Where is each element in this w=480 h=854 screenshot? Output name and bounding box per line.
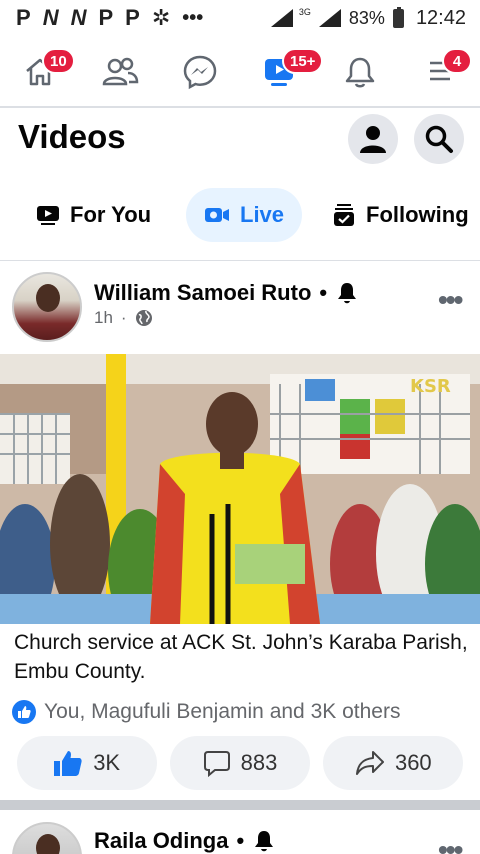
post-caption: Church service at ACK St. John’s Karaba … (14, 631, 468, 683)
search-button[interactable] (414, 114, 464, 164)
following-icon (334, 204, 354, 226)
top-nav: 10 15+ 4 (0, 40, 480, 104)
post-options-button[interactable]: ••• (438, 834, 463, 854)
like-count: 3K (93, 750, 121, 775)
home-badge: 10 (42, 48, 75, 74)
share-icon (355, 751, 384, 775)
more-notifications-icon: ••• (182, 6, 204, 29)
profile-icon (360, 126, 386, 153)
share-button[interactable]: 360 (323, 736, 464, 790)
tab-label: For You (70, 202, 152, 227)
reactions-summary[interactable]: You, Magufuli Benjamin and 3K others (12, 700, 400, 724)
post-author[interactable]: Raila Odinga • (94, 828, 276, 854)
signal-icon (270, 9, 293, 27)
tab-following[interactable]: Following (316, 188, 480, 242)
nav-messenger[interactable] (176, 48, 224, 96)
bell-icon (345, 57, 375, 88)
post-author[interactable]: William Samoei Ruto • (94, 280, 359, 306)
notification-icons: P N N P P ✲ ••• (16, 5, 203, 31)
comment-icon (203, 751, 230, 777)
tab-label: Following (366, 202, 469, 227)
menu-badge: 4 (442, 48, 472, 74)
nav-notifications[interactable] (336, 48, 384, 96)
app-notification-icon: P (16, 5, 31, 30)
app-notification-icon: P (125, 5, 140, 30)
globe-icon (135, 310, 152, 326)
status-bar: P N N P P ✲ ••• 3G 83% 12:42 (0, 0, 480, 36)
avatar[interactable] (12, 822, 82, 854)
post-actions: 3K 883 360 (0, 736, 480, 790)
tab-for-you[interactable]: For You (20, 188, 167, 242)
comment-button[interactable]: 883 (169, 736, 310, 790)
tabs-divider (0, 260, 480, 261)
signal-icon-2 (318, 9, 341, 27)
svg-text:KSR: KSR (410, 376, 451, 397)
page-title: Videos (18, 118, 126, 155)
video-badge: 15+ (282, 48, 324, 74)
clock: 12:42 (415, 6, 466, 29)
reactions-text: You, Magufuli Benjamin and 3K others (44, 700, 401, 723)
app-notification-icon: P (98, 5, 114, 30)
like-button[interactable]: 3K (16, 736, 157, 790)
profile-button[interactable] (348, 114, 398, 164)
friends-icon (102, 57, 139, 86)
comment-count: 883 (240, 750, 278, 775)
search-icon (425, 125, 453, 153)
author-name: William Samoei Ruto (94, 280, 312, 305)
nav-friends[interactable] (96, 48, 144, 96)
play-square-icon (37, 206, 59, 225)
nav-video[interactable]: 15+ (256, 48, 324, 96)
battery-percent: 83% (348, 7, 385, 28)
app-notification-icon: N (42, 5, 59, 30)
tab-live[interactable]: Live (186, 188, 302, 242)
bell-follow-icon[interactable] (252, 829, 276, 853)
dot-separator: • (319, 280, 328, 305)
post-time: 1h (94, 308, 113, 327)
video-player[interactable]: KSR (0, 354, 480, 624)
nav-divider (0, 106, 480, 108)
nav-home[interactable]: 10 (16, 48, 75, 96)
battery-icon (392, 6, 404, 28)
video-tabs: For You Live Following (0, 188, 480, 242)
post-options-button[interactable]: ••• (438, 284, 463, 316)
fan-icon: ✲ (151, 5, 171, 30)
live-camera-icon (205, 208, 229, 222)
post-meta: 1h · (94, 308, 153, 328)
nav-menu[interactable]: 4 (416, 48, 472, 96)
avatar[interactable] (12, 272, 82, 342)
share-count: 360 (394, 750, 432, 775)
video-thumbnail: KSR (0, 354, 480, 624)
app-notification-icon: N (70, 5, 87, 30)
messenger-icon (183, 55, 217, 90)
post-separator (0, 800, 480, 810)
thumbs-up-icon (54, 751, 82, 776)
dot-separator: · (120, 308, 127, 327)
bell-follow-icon[interactable] (335, 281, 359, 305)
network-type: 3G (298, 7, 311, 17)
tab-label: Live (240, 202, 285, 227)
dot-separator: • (236, 828, 245, 853)
like-reaction-icon (12, 700, 36, 724)
author-name: Raila Odinga (94, 828, 229, 853)
